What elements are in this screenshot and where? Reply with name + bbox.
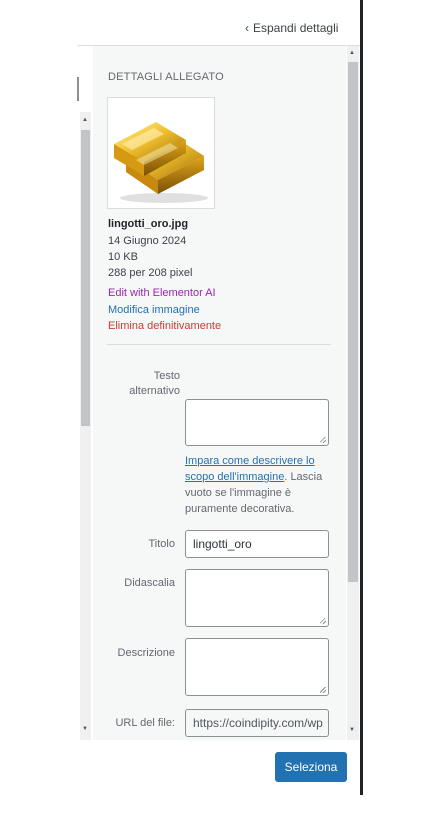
alt-text-help-link-line2[interactable]: scopo dell'immagine	[185, 471, 284, 483]
description-textarea[interactable]	[185, 638, 329, 696]
resize-handle-icon[interactable]	[320, 437, 326, 443]
edit-image-link[interactable]: Modifica immagine	[108, 304, 200, 316]
resize-handle-icon[interactable]	[320, 687, 326, 693]
scroll-down-arrow-icon[interactable]: ▼	[82, 726, 88, 732]
attachment-dimensions: 288 per 208 pixel	[108, 267, 193, 279]
caption-label: Didascalia	[124, 577, 175, 589]
help-text-part1: . Lascia	[284, 471, 323, 483]
expand-details-link[interactable]: ‹ Espandi dettagli	[245, 21, 338, 35]
select-button[interactable]: Seleziona	[275, 752, 347, 782]
scroll-up-arrow-icon[interactable]: ▲	[349, 50, 355, 56]
alt-text-textarea[interactable]	[185, 399, 329, 446]
edit-with-elementor-ai-link[interactable]: Edit with Elementor AI	[108, 287, 216, 299]
alt-text-help-link-line1[interactable]: Impara come descrivere lo	[185, 455, 315, 467]
title-label: Titolo	[148, 538, 176, 550]
attachment-date: 14 Giugno 2024	[108, 235, 187, 247]
file-url-label: URL del file:	[115, 717, 175, 729]
scroll-up-arrow-icon[interactable]: ▲	[82, 117, 88, 123]
left-panel-field-edge	[77, 77, 79, 101]
details-divider	[107, 344, 331, 345]
attachment-thumbnail	[107, 97, 215, 209]
attachment-size: 10 KB	[108, 251, 138, 263]
gold-bars-image	[114, 122, 208, 203]
delete-permanently-link[interactable]: Elimina definitivamente	[108, 320, 221, 332]
description-label: Descrizione	[117, 647, 175, 659]
modal-right-border	[360, 0, 363, 795]
scroll-down-arrow-icon[interactable]: ▼	[349, 727, 355, 733]
attachment-details-sidebar: DETTAGLI ALLEGATO lingotti_oro.jpg 14 Gi…	[93, 46, 346, 740]
alt-text-help: Impara come descrivere lo scopo dell'imm…	[185, 453, 335, 517]
section-title: DETTAGLI ALLEGATO	[108, 71, 224, 83]
caption-textarea[interactable]	[185, 569, 329, 627]
title-input[interactable]: lingotti_oro	[185, 530, 329, 558]
sidebar-scrollbar-thumb[interactable]	[348, 62, 358, 582]
alt-text-label-line1: Testo	[153, 370, 180, 382]
help-text-part2: vuoto se l'immagine è	[185, 487, 292, 499]
help-text-part3: puramente decorativa.	[185, 503, 295, 515]
expand-details-label: Espandi dettagli	[253, 21, 339, 35]
alt-text-label-line2: alternativo	[129, 385, 180, 397]
grid-scrollbar-thumb[interactable]	[81, 130, 90, 426]
resize-handle-icon[interactable]	[320, 618, 326, 624]
chevron-left-icon: ‹	[245, 21, 249, 35]
file-url-input[interactable]: https://coindipity.com/wp	[185, 709, 329, 737]
attachment-filename: lingotti_oro.jpg	[108, 218, 189, 230]
